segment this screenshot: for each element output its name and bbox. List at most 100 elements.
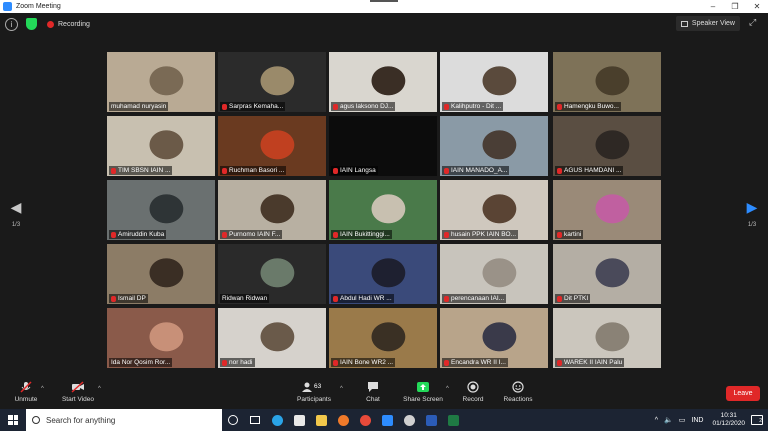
- video-options-caret[interactable]: ^: [98, 386, 101, 392]
- close-window-button[interactable]: ✕: [746, 0, 768, 13]
- participant-tile[interactable]: Amiruddin Kuba: [107, 180, 215, 240]
- task-view-icon[interactable]: [244, 409, 266, 431]
- cortana-icon[interactable]: [222, 409, 244, 431]
- volume-icon[interactable]: 🔈: [664, 416, 673, 424]
- participants-button[interactable]: 63 Participants: [294, 381, 334, 403]
- participant-tile[interactable]: Sarpras Kemaha...: [218, 52, 326, 112]
- participant-tile[interactable]: muhamad nuryasin: [107, 52, 215, 112]
- participant-tile[interactable]: IAIN Bukittinggi...: [329, 180, 437, 240]
- participant-tile[interactable]: Kalihputro - Dit ...: [440, 52, 548, 112]
- share-options-caret[interactable]: ^: [446, 386, 449, 392]
- speaker-view-button[interactable]: Speaker View: [675, 16, 740, 31]
- app-icon[interactable]: [398, 409, 420, 431]
- start-video-button[interactable]: Start Video: [58, 381, 98, 403]
- edge-browser-icon[interactable]: [266, 409, 288, 431]
- start-button[interactable]: [0, 409, 26, 431]
- store-icon[interactable]: [288, 409, 310, 431]
- clock[interactable]: 10:31 01/12/2020: [712, 412, 745, 428]
- speaker-view-label: Speaker View: [691, 20, 735, 27]
- participant-tile[interactable]: agus laksono DJ...: [329, 52, 437, 112]
- window-drag-handle[interactable]: [370, 0, 398, 2]
- network-icon[interactable]: ▭: [679, 416, 686, 424]
- input-language[interactable]: IND: [691, 417, 703, 424]
- meeting-info-icon[interactable]: i: [5, 17, 18, 31]
- participant-tile[interactable]: kartini: [553, 180, 661, 240]
- video-off-icon: [71, 381, 85, 393]
- participant-name-text: Ida Nor Qosim Ror...: [111, 359, 171, 366]
- participant-name: Encandra WR II I...: [442, 358, 508, 367]
- show-hidden-icons-caret[interactable]: ^: [655, 417, 658, 424]
- file-explorer-icon[interactable]: [310, 409, 332, 431]
- previous-page-button[interactable]: ◀ 1/3: [6, 200, 26, 228]
- participant-tile[interactable]: Encandra WR II I...: [440, 308, 548, 368]
- participant-name: Ismail DP: [109, 294, 148, 303]
- participant-name-text: perencanaan IAI...: [451, 295, 505, 302]
- title-bar: Zoom Meeting – ❐ ✕: [0, 0, 768, 13]
- participant-name: perencanaan IAI...: [442, 294, 507, 303]
- participant-tile[interactable]: AGUS HAMDANI ...: [553, 116, 661, 176]
- participant-name-text: Ruchman Basori ...: [229, 167, 285, 174]
- participant-tile[interactable]: Purnomo IAIN F...: [218, 180, 326, 240]
- notifications-icon[interactable]: 2: [751, 415, 763, 425]
- participants-options-caret[interactable]: ^: [340, 386, 343, 392]
- participant-tile[interactable]: husain PPK IAIN BO...: [440, 180, 548, 240]
- participant-name: IAIN Bukittinggi...: [331, 230, 392, 239]
- muted-mic-icon: [557, 167, 562, 174]
- smiley-icon: [511, 381, 525, 393]
- gallery-grid: muhamad nuryasin Sarpras Kemaha... agus la…: [107, 52, 661, 370]
- clock-time: 10:31: [720, 412, 737, 419]
- taskbar-search-box[interactable]: Search for anything: [26, 409, 222, 431]
- record-label: Record: [462, 396, 484, 403]
- leave-meeting-button[interactable]: Leave: [726, 386, 760, 401]
- window-title: Zoom Meeting: [16, 3, 61, 10]
- restore-button[interactable]: ❐: [724, 0, 746, 13]
- next-page-button[interactable]: ▶ 1/3: [742, 200, 762, 228]
- participant-name: IAIN Bone WR2 ...: [331, 358, 396, 367]
- share-screen-button[interactable]: Share Screen: [400, 381, 446, 403]
- reactions-label: Reactions: [503, 396, 533, 403]
- muted-mic-icon: [111, 231, 116, 238]
- participant-tile[interactable]: IAIN MANADO_A...: [440, 116, 548, 176]
- muted-mic-icon: [444, 295, 449, 302]
- participant-name: TIM SBSN IAIN ...: [109, 166, 173, 175]
- chrome-icon[interactable]: [354, 409, 376, 431]
- participant-name-text: Abdul Hadi WR ...: [340, 295, 392, 302]
- muted-mic-icon: [222, 167, 227, 174]
- record-button[interactable]: Record: [458, 381, 488, 403]
- chat-button[interactable]: Chat: [358, 381, 388, 403]
- participant-name-text: WAREK II IAIN Palu: [564, 359, 623, 366]
- participant-tile[interactable]: IAIN Bone WR2 ...: [329, 308, 437, 368]
- participant-tile[interactable]: perencanaan IAI...: [440, 244, 548, 304]
- word-icon[interactable]: [420, 409, 442, 431]
- audio-options-caret[interactable]: ^: [41, 386, 44, 392]
- reactions-button[interactable]: Reactions: [500, 381, 536, 403]
- view-grid-icon: [680, 20, 688, 27]
- participant-name: Ida Nor Qosim Ror...: [109, 358, 173, 367]
- participant-tile[interactable]: TIM SBSN IAIN ...: [107, 116, 215, 176]
- participant-name: muhamad nuryasin: [109, 102, 169, 111]
- minimize-button[interactable]: –: [702, 0, 724, 13]
- participant-tile[interactable]: WAREK II IAIN Palu: [553, 308, 661, 368]
- participant-tile[interactable]: Dit PTKI: [553, 244, 661, 304]
- participant-name: Ruchman Basori ...: [220, 166, 287, 175]
- zoom-app-icon[interactable]: [376, 409, 398, 431]
- participant-name: kartini: [555, 230, 584, 239]
- participant-tile[interactable]: Ida Nor Qosim Ror...: [107, 308, 215, 368]
- page-indicator-left: 1/3: [11, 222, 21, 228]
- participant-tile[interactable]: IAIN Langsa: [329, 116, 437, 176]
- participant-tile[interactable]: Ridwan Ridwan: [218, 244, 326, 304]
- participant-tile[interactable]: Ruchman Basori ...: [218, 116, 326, 176]
- muted-mic-icon: [333, 167, 338, 174]
- fullscreen-icon[interactable]: ⤢: [749, 17, 761, 29]
- system-tray: ^ 🔈 ▭ IND 10:31 01/12/2020 2: [652, 409, 768, 431]
- notifications-count: 2: [759, 418, 762, 424]
- encryption-shield-icon[interactable]: [26, 18, 37, 30]
- unmute-button[interactable]: Unmute: [10, 381, 42, 403]
- excel-icon[interactable]: [442, 409, 464, 431]
- firefox-icon[interactable]: [332, 409, 354, 431]
- participant-tile[interactable]: Ismail DP: [107, 244, 215, 304]
- participant-tile[interactable]: nor hadi: [218, 308, 326, 368]
- participant-tile[interactable]: Hamengku Buwo...: [553, 52, 661, 112]
- participant-tile[interactable]: Abdul Hadi WR ...: [329, 244, 437, 304]
- muted-mic-icon: [333, 231, 338, 238]
